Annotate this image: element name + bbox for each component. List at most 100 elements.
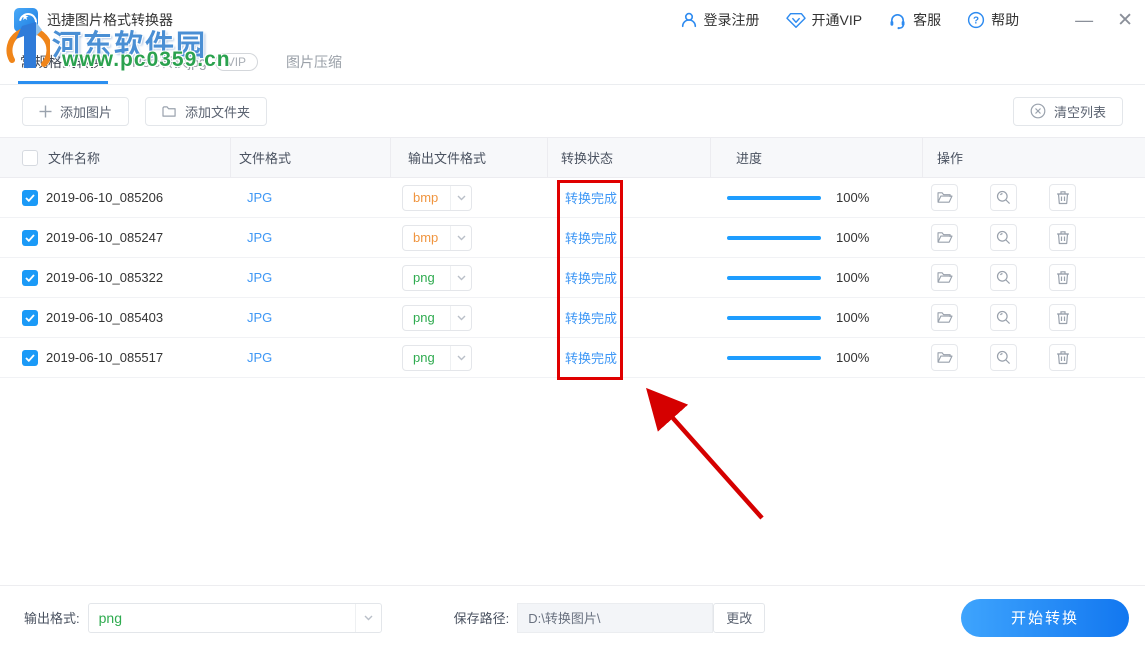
preview-button[interactable]: [990, 344, 1017, 371]
progress-percent: 100%: [836, 230, 869, 245]
chevron-down-icon: [450, 226, 471, 250]
login-register-button[interactable]: 登录注册: [680, 10, 760, 30]
svg-text:?: ?: [973, 16, 979, 27]
output-format-value: png: [403, 310, 450, 325]
minimize-button[interactable]: —: [1075, 15, 1093, 25]
titlebar: 迅捷图片格式转换器 登录注册 开通VIP: [0, 0, 1145, 40]
row-checkbox[interactable]: [22, 230, 38, 246]
start-convert-button[interactable]: 开始转换: [961, 599, 1129, 637]
progress-bar: [727, 236, 821, 240]
output-format-select[interactable]: png: [402, 265, 472, 291]
source-format: JPG: [247, 310, 272, 325]
tab-heic-to-jpg[interactable]: Heic转换jpg VIP: [132, 52, 258, 72]
table-row: 2019-06-10_085517 JPG png 转换完成 100%: [0, 338, 1145, 378]
chevron-down-icon: [450, 346, 471, 370]
output-format-select[interactable]: bmp: [402, 185, 472, 211]
open-folder-button[interactable]: [931, 224, 958, 251]
delete-button[interactable]: [1049, 304, 1076, 331]
clear-list-button[interactable]: 清空列表: [1013, 97, 1123, 126]
source-format: JPG: [247, 230, 272, 245]
annotation-arrow: [600, 370, 790, 530]
chevron-down-icon: [450, 186, 471, 210]
preview-button[interactable]: [990, 304, 1017, 331]
headset-icon: [888, 11, 907, 30]
output-format-label: 输出格式:: [24, 608, 80, 627]
output-format-value: png: [403, 350, 450, 365]
open-vip-button[interactable]: 开通VIP: [786, 10, 863, 30]
row-checkbox[interactable]: [22, 190, 38, 206]
folder-icon: [162, 105, 177, 118]
source-format: JPG: [247, 190, 272, 205]
conversion-status: 转换完成: [565, 268, 617, 287]
app-logo-icon: [14, 8, 38, 32]
open-folder-button[interactable]: [931, 264, 958, 291]
conversion-status: 转换完成: [565, 188, 617, 207]
open-folder-button[interactable]: [931, 304, 958, 331]
progress-bar: [727, 356, 821, 360]
output-format-value: png: [403, 270, 450, 285]
add-image-button[interactable]: 添加图片: [22, 97, 129, 126]
open-folder-button[interactable]: [931, 184, 958, 211]
help-button[interactable]: ? 帮助: [967, 10, 1019, 30]
file-name: 2019-06-10_085206: [46, 190, 163, 205]
chevron-down-icon: [450, 266, 471, 290]
source-format: JPG: [247, 270, 272, 285]
progress-bar: [727, 196, 821, 200]
progress-bar: [727, 316, 821, 320]
progress-bar: [727, 276, 821, 280]
close-button[interactable]: ✕: [1117, 9, 1133, 32]
clear-circle-x-icon: [1030, 103, 1046, 119]
preview-button[interactable]: [990, 184, 1017, 211]
vip-badge: VIP: [215, 53, 258, 71]
progress-percent: 100%: [836, 310, 869, 325]
change-path-button[interactable]: 更改: [713, 603, 765, 633]
toolbar: 添加图片 添加文件夹 清空列表: [0, 85, 1145, 137]
add-folder-button[interactable]: 添加文件夹: [145, 97, 267, 126]
conversion-status: 转换完成: [565, 308, 617, 327]
output-format-value: bmp: [403, 230, 450, 245]
table-body: 2019-06-10_085206 JPG bmp 转换完成 100%: [0, 178, 1145, 378]
delete-button[interactable]: [1049, 184, 1076, 211]
global-output-format-select[interactable]: png: [88, 603, 382, 633]
help-icon: ?: [967, 11, 985, 29]
chevron-down-icon: [355, 604, 381, 632]
delete-button[interactable]: [1049, 264, 1076, 291]
table-header: 文件名称 文件格式 输出文件格式 转换状态 进度 操作: [0, 137, 1145, 178]
table-row: 2019-06-10_085247 JPG bmp 转换完成 100%: [0, 218, 1145, 258]
progress-percent: 100%: [836, 350, 869, 365]
file-name: 2019-06-10_085403: [46, 310, 163, 325]
output-format-select[interactable]: png: [402, 305, 472, 331]
table-row: 2019-06-10_085206 JPG bmp 转换完成 100%: [0, 178, 1145, 218]
file-name: 2019-06-10_085322: [46, 270, 163, 285]
open-folder-button[interactable]: [931, 344, 958, 371]
progress-percent: 100%: [836, 190, 869, 205]
progress-percent: 100%: [836, 270, 869, 285]
select-all-checkbox[interactable]: [22, 150, 38, 166]
customer-service-button[interactable]: 客服: [888, 10, 941, 30]
row-checkbox[interactable]: [22, 310, 38, 326]
file-name: 2019-06-10_085517: [46, 350, 163, 365]
file-name: 2019-06-10_085247: [46, 230, 163, 245]
source-format: JPG: [247, 350, 272, 365]
tab-normal-format-convert[interactable]: 常规格式转换: [20, 52, 104, 72]
table-row: 2019-06-10_085322 JPG png 转换完成 100%: [0, 258, 1145, 298]
delete-button[interactable]: [1049, 224, 1076, 251]
preview-button[interactable]: [990, 264, 1017, 291]
save-path-field[interactable]: D:\转换图片\: [517, 603, 713, 633]
row-checkbox[interactable]: [22, 270, 38, 286]
tabbar: 常规格式转换 Heic转换jpg VIP 图片压缩: [0, 40, 1145, 85]
delete-button[interactable]: [1049, 344, 1076, 371]
row-checkbox[interactable]: [22, 350, 38, 366]
output-format-select[interactable]: bmp: [402, 225, 472, 251]
output-format-select[interactable]: png: [402, 345, 472, 371]
global-output-format-value: png: [89, 610, 355, 626]
save-path-label: 保存路径:: [454, 608, 510, 627]
user-icon: [680, 11, 698, 29]
tab-image-compress[interactable]: 图片压缩: [286, 52, 342, 72]
app-title: 迅捷图片格式转换器: [47, 10, 173, 30]
table-row: 2019-06-10_085403 JPG png 转换完成 100%: [0, 298, 1145, 338]
plus-icon: [39, 105, 52, 118]
conversion-status: 转换完成: [565, 228, 617, 247]
active-tab-underline: [18, 81, 108, 84]
preview-button[interactable]: [990, 224, 1017, 251]
